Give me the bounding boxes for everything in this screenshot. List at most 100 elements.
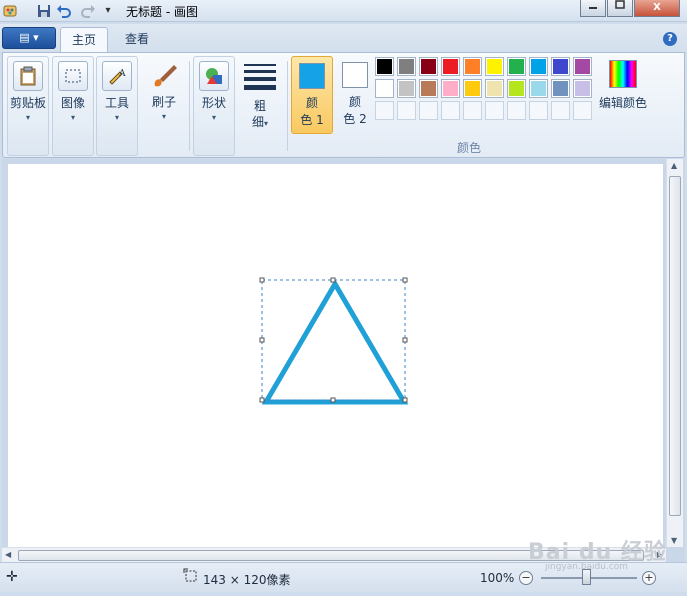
palette-custom-slot[interactable] xyxy=(507,101,526,120)
palette-color-swatch[interactable] xyxy=(397,57,416,76)
help-icon[interactable]: ? xyxy=(663,32,677,46)
palette-color-swatch[interactable] xyxy=(441,57,460,76)
palette-color-fill xyxy=(509,81,524,96)
drawing-canvas[interactable] xyxy=(8,164,663,547)
palette-custom-slot[interactable] xyxy=(463,101,482,120)
chevron-down-icon: ▾ xyxy=(161,112,166,121)
customize-toolbar-icon[interactable]: ▾ xyxy=(100,3,116,19)
ribbon-separator xyxy=(189,61,190,151)
image-button[interactable]: 图像 ▾ xyxy=(52,56,94,156)
palette-color-fill xyxy=(443,81,458,96)
clipboard-icon xyxy=(13,61,43,91)
ribbon-tab-row: ▤ ▾ 主页 查看 ? xyxy=(0,24,687,52)
tab-home[interactable]: 主页 xyxy=(60,27,108,52)
color2-label-line1: 颜 xyxy=(348,95,361,109)
palette-color-fill xyxy=(575,59,590,74)
palette-color-fill xyxy=(531,81,546,96)
undo-icon[interactable] xyxy=(56,3,72,19)
save-icon[interactable] xyxy=(36,3,52,19)
triangle-shape[interactable] xyxy=(261,279,409,405)
select-rectangle-icon xyxy=(58,61,88,91)
size-label-line2: 细 xyxy=(251,115,264,129)
paint-menu-button[interactable]: ▤ ▾ xyxy=(2,27,56,49)
palette-custom-slot[interactable] xyxy=(551,101,570,120)
zoom-in-button[interactable]: + xyxy=(642,571,656,585)
palette-color-swatch[interactable] xyxy=(419,79,438,98)
palette-color-fill xyxy=(531,59,546,74)
palette-custom-slot[interactable] xyxy=(419,101,438,120)
vertical-scroll-thumb[interactable] xyxy=(669,176,681,516)
close-button[interactable]: X xyxy=(634,0,680,17)
palette-color-swatch[interactable] xyxy=(551,57,570,76)
color2-button[interactable]: 颜 色 2 xyxy=(334,56,376,134)
palette-color-swatch[interactable] xyxy=(529,57,548,76)
paint-app-icon[interactable] xyxy=(3,3,19,19)
minimize-button[interactable] xyxy=(580,0,606,17)
palette-color-swatch[interactable] xyxy=(573,57,592,76)
palette-color-swatch[interactable] xyxy=(507,57,526,76)
palette-color-swatch[interactable] xyxy=(375,79,394,98)
palette-color-swatch[interactable] xyxy=(573,79,592,98)
color2-swatch xyxy=(342,62,368,88)
palette-color-fill xyxy=(553,81,568,96)
edit-colors-label: 编辑颜色 xyxy=(598,96,647,110)
palette-color-swatch[interactable] xyxy=(485,79,504,98)
tools-label: 工具 xyxy=(104,96,129,110)
size-button[interactable]: 粗 细▾ xyxy=(239,56,281,156)
palette-color-fill xyxy=(465,59,480,74)
palette-color-fill xyxy=(443,59,458,74)
line-width-icon xyxy=(244,64,276,90)
color1-label-line1: 颜 xyxy=(305,96,318,110)
scroll-up-icon[interactable]: ▲ xyxy=(671,161,677,170)
palette-color-fill xyxy=(575,81,590,96)
tab-view[interactable]: 查看 xyxy=(114,27,160,52)
palette-custom-slot[interactable] xyxy=(441,101,460,120)
chevron-down-icon: ▾ xyxy=(70,113,75,122)
chevron-down-icon: ▾ xyxy=(114,113,119,122)
ribbon-separator xyxy=(287,61,288,151)
palette-color-swatch[interactable] xyxy=(463,79,482,98)
palette-color-fill xyxy=(509,59,524,74)
tools-button[interactable]: A 工具 ▾ xyxy=(96,56,138,156)
palette-custom-slot[interactable] xyxy=(529,101,548,120)
palette-color-fill xyxy=(553,59,568,74)
scroll-left-icon[interactable]: ◀ xyxy=(5,550,11,559)
palette-custom-slot[interactable] xyxy=(397,101,416,120)
palette-color-swatch[interactable] xyxy=(419,57,438,76)
selection-handles[interactable] xyxy=(259,277,408,403)
title-bar: ▾ 无标题 - 画图 X xyxy=(0,0,687,22)
color1-label-line2: 色 1 xyxy=(300,113,324,127)
palette-color-swatch[interactable] xyxy=(551,79,570,98)
palette-custom-slot[interactable] xyxy=(573,101,592,120)
palette-color-swatch[interactable] xyxy=(507,79,526,98)
shapes-label: 形状 xyxy=(201,96,226,110)
clipboard-button[interactable]: 剪贴板 ▾ xyxy=(7,56,49,156)
brushes-button[interactable]: 刷子 ▾ xyxy=(143,56,185,156)
scroll-down-icon[interactable]: ▼ xyxy=(671,536,677,545)
shapes-icon xyxy=(199,61,229,91)
palette-custom-slot[interactable] xyxy=(485,101,504,120)
zoom-out-button[interactable]: − xyxy=(519,571,533,585)
redo-icon[interactable] xyxy=(80,3,96,19)
selection-size-text: 143 × 120像素 xyxy=(203,573,291,587)
color1-button[interactable]: 颜 色 1 xyxy=(291,56,333,134)
window-title: 无标题 - 画图 xyxy=(126,5,198,19)
vertical-scrollbar[interactable]: ▲ ▼ xyxy=(666,159,683,547)
palette-custom-slot[interactable] xyxy=(375,101,394,120)
palette-color-swatch[interactable] xyxy=(441,79,460,98)
palette-color-swatch[interactable] xyxy=(375,57,394,76)
palette-color-swatch[interactable] xyxy=(529,79,548,98)
palette-color-swatch[interactable] xyxy=(485,57,504,76)
palette-color-fill xyxy=(421,59,436,74)
baidu-watermark-url: jingyan.baidu.com xyxy=(545,562,629,572)
palette-color-fill xyxy=(487,59,502,74)
palette-color-swatch[interactable] xyxy=(397,79,416,98)
selection-box[interactable] xyxy=(261,279,406,401)
maximize-button[interactable] xyxy=(607,0,633,17)
edit-colors-button[interactable]: 编辑颜色 xyxy=(597,56,649,111)
palette-color-fill xyxy=(399,81,414,96)
shapes-button[interactable]: 形状 ▾ xyxy=(193,56,235,156)
colors-group-label: 颜色 xyxy=(457,141,482,155)
selection-size-icon xyxy=(183,568,199,587)
palette-color-swatch[interactable] xyxy=(463,57,482,76)
